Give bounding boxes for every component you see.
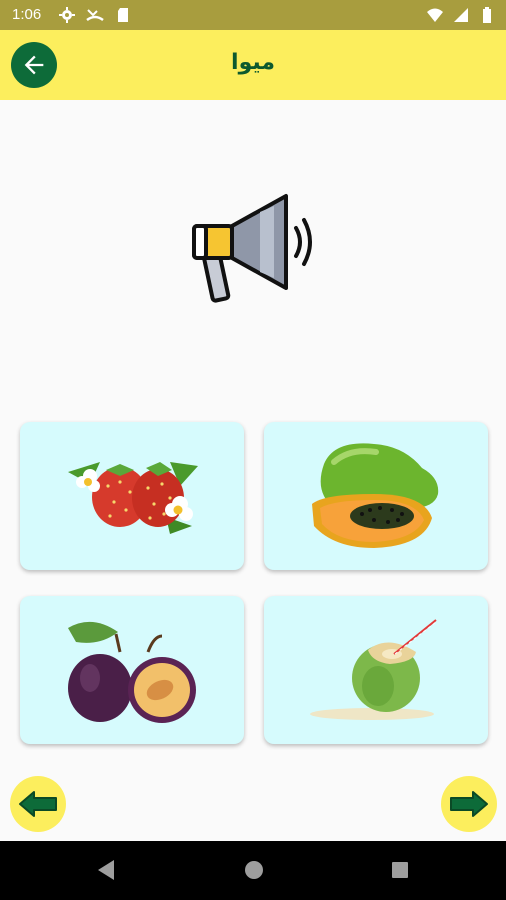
megaphone-icon <box>192 194 312 303</box>
wifi-icon <box>426 6 444 24</box>
gear-icon <box>58 6 76 24</box>
status-time: 1:06 <box>12 6 42 23</box>
signal-icon <box>452 6 470 24</box>
system-back-button[interactable] <box>96 859 116 885</box>
app-bar: میوا <box>0 30 506 100</box>
next-button[interactable] <box>441 776 497 832</box>
status-bar: 1:06 <box>0 0 506 30</box>
system-home-button[interactable] <box>244 859 264 885</box>
sd-card-icon <box>114 6 132 24</box>
coconut-image <box>310 619 437 720</box>
home-circle-icon <box>245 861 263 879</box>
previous-button[interactable] <box>10 776 66 832</box>
arrow-left-icon <box>19 791 57 817</box>
recents-square-icon <box>392 862 408 878</box>
papaya-image <box>312 443 439 548</box>
arrow-right-icon <box>450 791 488 817</box>
answer-card-papaya[interactable] <box>264 422 488 570</box>
plum-image <box>68 621 196 723</box>
back-triangle-icon <box>98 860 114 880</box>
answer-card-strawberry[interactable] <box>20 422 244 570</box>
battery-icon <box>478 6 496 24</box>
system-recents-button[interactable] <box>390 859 410 885</box>
answer-card-plum[interactable] <box>20 596 244 744</box>
call-missed-icon <box>86 6 104 24</box>
page-title: میوا <box>231 50 275 75</box>
answer-card-coconut[interactable] <box>264 596 488 744</box>
strawberry-image <box>68 462 198 534</box>
play-sound-button[interactable] <box>188 190 318 305</box>
system-navigation-bar <box>0 841 506 900</box>
